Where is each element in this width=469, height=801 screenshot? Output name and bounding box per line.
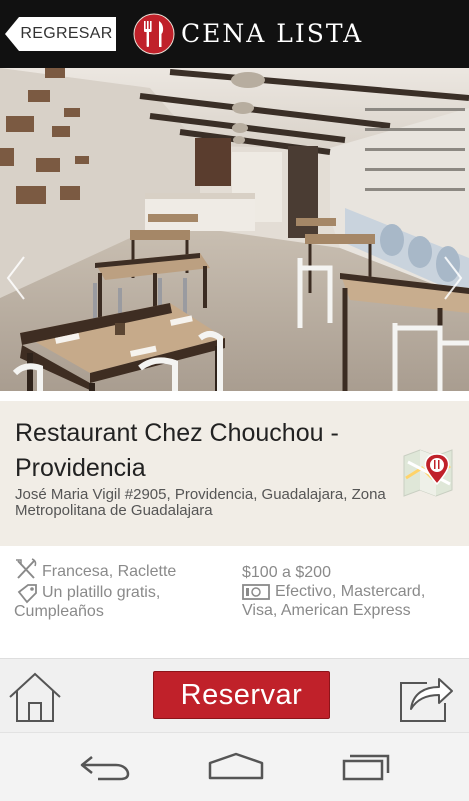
map-pin-icon[interactable]: [402, 448, 454, 498]
nav-home-icon[interactable]: [206, 751, 266, 781]
utensils-icon: [16, 558, 37, 579]
restaurant-photo[interactable]: [0, 68, 469, 391]
restaurant-info-panel: Restaurant Chez Chouchou - Providencia J…: [0, 401, 469, 546]
restaurant-name: Restaurant Chez Chouchou - Providencia: [15, 419, 339, 482]
nav-back-icon[interactable]: [78, 751, 132, 781]
top-bar: REGRESAR CENA LISTA: [0, 0, 469, 68]
fork-knife-plate-icon: [133, 13, 175, 55]
reserve-button[interactable]: Reservar: [153, 671, 330, 719]
bottom-toolbar: Reservar: [0, 658, 469, 733]
nav-recents-icon[interactable]: [340, 751, 394, 781]
payment-methods-text: Efectivo, Mastercard, Visa, American Exp…: [242, 583, 426, 619]
previous-photo-icon[interactable]: [4, 253, 28, 303]
system-navigation-bar: [0, 732, 469, 801]
app-title: CENA LISTA: [181, 19, 364, 48]
restaurant-details: Francesa, Raclette Un platillo gratis, C…: [0, 546, 469, 658]
home-icon[interactable]: [7, 671, 63, 725]
restaurant-interior-image: [0, 68, 469, 391]
back-button[interactable]: REGRESAR: [5, 17, 116, 51]
restaurant-address: José Maria Vigil #2905, Providencia, Gua…: [15, 486, 386, 519]
share-arrow-icon[interactable]: [397, 669, 455, 725]
next-photo-icon[interactable]: [441, 253, 465, 303]
back-button-label: REGRESAR: [20, 25, 113, 42]
price-range-text: $100 a $200: [242, 564, 331, 581]
promo-text: Un platillo gratis, Cumpleaños: [14, 584, 161, 620]
cuisine-text: Francesa, Raclette: [42, 563, 177, 580]
